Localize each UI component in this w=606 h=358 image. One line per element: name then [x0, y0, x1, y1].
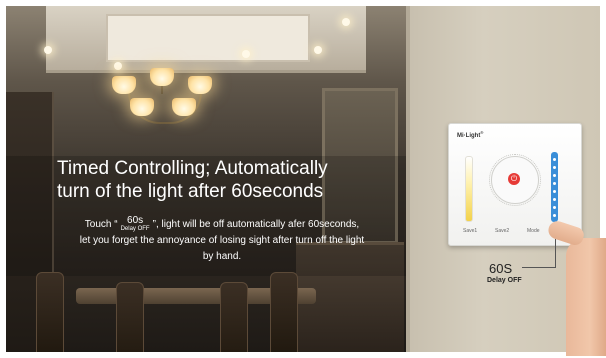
chandelier-shade	[172, 98, 196, 116]
chandelier-shade	[130, 98, 154, 116]
description-suffix: ”, light will be off automatically afer …	[152, 219, 360, 231]
delay-badge-value: 60s	[127, 215, 144, 226]
slider-dot	[553, 190, 556, 193]
power-icon[interactable]: ⏻	[508, 173, 520, 185]
description: Touch “60s Delay OFF”, light will be off …	[57, 216, 387, 265]
slider-dot	[553, 198, 556, 201]
dining-chair	[36, 272, 64, 352]
save1-button[interactable]: Save1	[463, 228, 477, 234]
headline-line-1: Timed Controlling; Automatically	[57, 158, 328, 179]
description-line-3: by hand.	[202, 251, 242, 263]
description-prefix: Touch “	[84, 219, 118, 231]
slider-dot	[553, 166, 556, 169]
slider-dot	[553, 182, 556, 185]
slider-dot	[553, 174, 556, 177]
chandelier-shade	[112, 76, 136, 94]
dining-chair	[220, 282, 248, 352]
downlight	[44, 46, 52, 54]
delay-badge-label: Delay OFF	[120, 226, 150, 232]
dining-chair	[270, 272, 298, 352]
delay-badge: 60s Delay OFF	[121, 216, 150, 233]
brand-name: Mi·Light	[457, 133, 481, 139]
ceiling-recess	[106, 14, 310, 62]
downlight	[342, 18, 350, 26]
downlight	[242, 50, 250, 58]
callout-leader	[522, 267, 556, 268]
chandelier-shade	[150, 68, 174, 86]
wall-edge	[406, 6, 410, 352]
slider-dot	[553, 158, 556, 161]
headline-line-2: turn of the light after 60seconds	[57, 181, 324, 202]
product-banner: Timed Controlling; Automatically turn of…	[0, 0, 606, 358]
description-line-2: let you forget the annoyance of losing s…	[79, 235, 365, 247]
brightness-slider[interactable]	[465, 156, 473, 222]
ceiling	[46, 6, 366, 73]
panel-brand: Mi·Light®	[457, 130, 483, 139]
dining-chair	[116, 282, 144, 352]
chandelier-shade	[188, 76, 212, 94]
headline: Timed Controlling; Automatically turn of…	[57, 157, 387, 203]
color-temp-slider[interactable]	[551, 152, 558, 222]
downlight	[114, 62, 122, 70]
description-line-1: Touch “60s Delay OFF”, light will be off …	[57, 216, 387, 233]
callout-value: 60S	[489, 261, 513, 276]
downlight	[314, 46, 322, 54]
save2-button[interactable]: Save2	[495, 228, 509, 234]
hand-palm	[566, 238, 606, 356]
brand-mark: ®	[480, 130, 484, 135]
slider-dot	[553, 214, 556, 217]
slider-dot	[553, 206, 556, 209]
callout-label: Delay OFF	[487, 277, 522, 284]
mode-button[interactable]: Mode	[527, 228, 540, 234]
